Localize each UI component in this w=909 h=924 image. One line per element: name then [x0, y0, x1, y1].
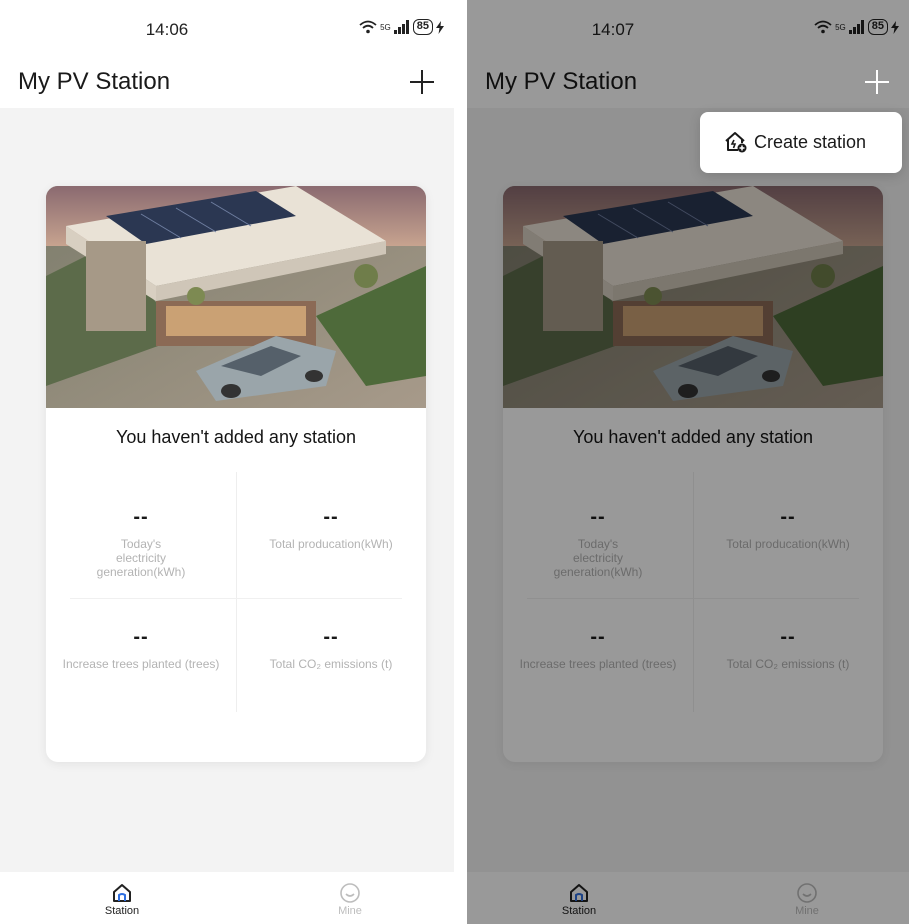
stat-value: --: [323, 626, 339, 648]
stat-label: Today's electricity generation(kWh): [96, 537, 186, 579]
charging-icon: [436, 20, 444, 34]
stat-value: --: [133, 626, 149, 648]
tab-label: Station: [104, 905, 140, 917]
bottom-tab-bar: Station Mine: [0, 872, 454, 924]
status-bar: 14:06 5G 85: [0, 0, 454, 56]
create-station-label: Create station: [754, 132, 867, 152]
stat-today-generation: -- Today's electricity generation(kWh): [46, 506, 236, 579]
horizontal-divider: [70, 598, 402, 599]
stat-label: Total producation(kWh): [269, 537, 393, 551]
stats-grid: -- Today's electricity generation(kWh) -…: [46, 472, 426, 712]
tab-mine[interactable]: Mine: [310, 882, 390, 917]
house-illustration: [46, 186, 426, 408]
wifi-icon: [359, 20, 377, 34]
screen-before: 14:06 5G 85 My PV Station You haven't ad…: [0, 0, 454, 924]
stat-total-production: -- Total producation(kWh): [236, 506, 426, 551]
stat-trees-planted: -- Increase trees planted (trees): [46, 626, 236, 671]
stat-value: --: [133, 506, 149, 528]
create-station-menu-item[interactable]: Create station: [700, 112, 902, 173]
battery-level: 85: [412, 19, 433, 35]
app-bar-overlay: [467, 56, 909, 108]
app-bar: My PV Station: [0, 56, 454, 108]
add-station-button[interactable]: [404, 62, 440, 102]
stat-label: Increase trees planted (trees): [62, 657, 220, 671]
tab-station[interactable]: Station: [82, 882, 162, 917]
network-label: 5G: [380, 22, 391, 32]
tab-label: Mine: [338, 905, 362, 917]
status-icons: 5G 85: [359, 19, 444, 35]
screen-after: 14:07 5G 85 My PV Station You haven't ad…: [467, 0, 909, 924]
station-card: You haven't added any station -- Today's…: [46, 186, 426, 762]
stat-co2-emissions: -- Total CO₂ emissions (t): [236, 626, 426, 671]
screen-separator: [454, 0, 467, 924]
stat-label: Total CO₂ emissions (t): [269, 657, 393, 671]
smile-icon: [340, 883, 360, 903]
home-icon: [113, 884, 131, 902]
add-station-button[interactable]: [859, 62, 895, 102]
home-plus-icon: [725, 132, 747, 153]
stat-value: --: [323, 506, 339, 528]
page-title: My PV Station: [18, 68, 171, 95]
signal-icon: [393, 20, 409, 34]
empty-state-message: You haven't added any station: [116, 427, 356, 447]
